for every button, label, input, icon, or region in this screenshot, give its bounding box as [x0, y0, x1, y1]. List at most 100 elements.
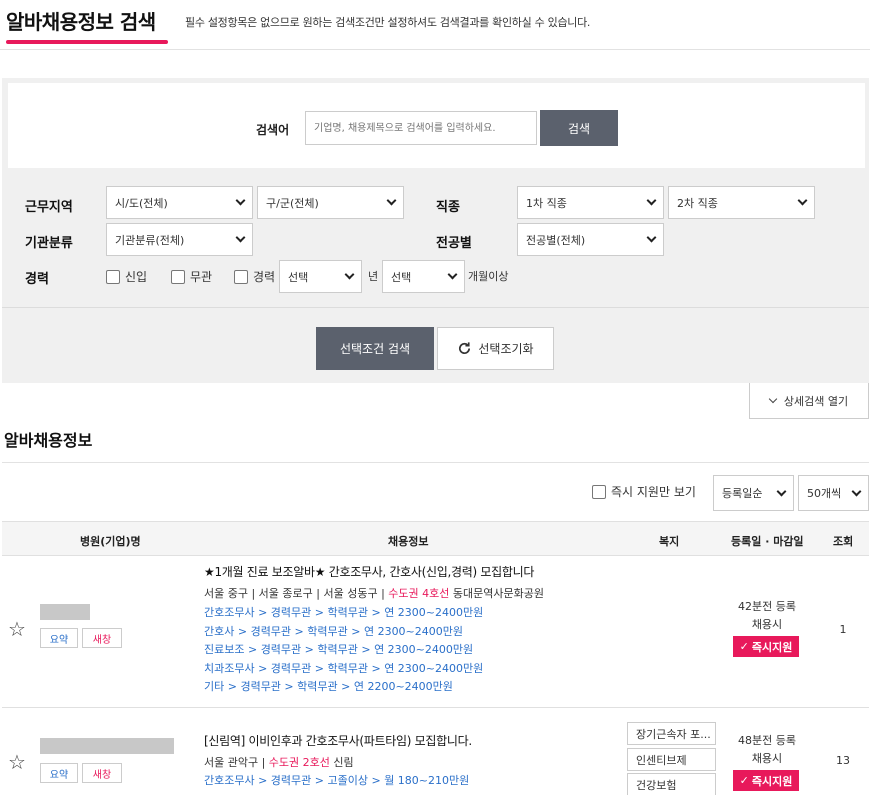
title-underline — [6, 40, 168, 44]
keyword-input[interactable] — [305, 111, 537, 145]
table-row: ☆ 요약 새창 [신림역] 이비인후과 간호조무사(파트타임) 모집합니다. 서… — [2, 708, 869, 795]
job-first-value: 1차 직종 — [526, 196, 567, 210]
company-name-redacted[interactable] — [40, 738, 174, 754]
search-panel: 검색어 검색 근무지역 시/도(전체) 구/군(전체) 직종 1차 직종 2차 … — [2, 78, 869, 383]
summary-button[interactable]: 요약 — [40, 763, 78, 783]
star-icon[interactable]: ☆ — [8, 617, 26, 641]
per-page-value: 50개씩 — [807, 487, 842, 500]
page-header: 알바채용정보 검색 필수 설정항목은 없으므로 원하는 검색조건만 설정하셔도 … — [0, 0, 870, 50]
column-header: 등록일 · 마감일 — [731, 535, 804, 548]
keyword-search-button[interactable]: 검색 — [540, 110, 618, 146]
check-icon: ✓ — [739, 774, 749, 787]
chevron-down-icon — [235, 195, 246, 206]
position-line: 간호조무사 > 경력무관 > 학력무관 > 연 2300~2400만원 — [204, 606, 484, 619]
welfare-tag: 인센티브제 — [627, 748, 716, 771]
instant-apply-only-checkbox[interactable]: 즉시 지원만 보기 — [592, 483, 696, 500]
major-label: 전공별 — [436, 236, 472, 251]
divider — [2, 462, 869, 463]
checkbox-box — [592, 484, 606, 499]
chevron-down-icon — [851, 486, 862, 496]
job-second-value: 2차 직종 — [677, 196, 718, 210]
job-location: 서울 중구 | 서울 종로구 | 서울 성동구 | 수도권 4호선 동대문역사문… — [204, 585, 544, 601]
registered-time: 48분전 등록 — [738, 734, 796, 747]
career-month-value: 선택 — [391, 270, 412, 284]
subway-line: 수도권 2호선 — [268, 756, 330, 769]
org-label: 기관분류 — [25, 236, 73, 251]
chevron-down-icon — [646, 195, 657, 206]
job-title-link[interactable]: ★1개월 진료 보조알바★ 간호조무사, 간호사(신입,경력) 모집합니다 — [204, 563, 534, 580]
station-text: 동대문역사문화공원 — [449, 587, 544, 600]
new-window-button[interactable]: 새창 — [82, 628, 122, 648]
refresh-icon — [459, 342, 471, 354]
position-line: 간호사 > 경력무관 > 학력무관 > 연 2300~2400만원 — [204, 625, 464, 638]
instant-apply-button[interactable]: ✓ 즉시지원 — [733, 770, 799, 791]
check-icon: ✓ — [739, 640, 749, 653]
position-line: 치과조무사 > 경력무관 > 학력무관 > 연 2300~2400만원 — [204, 662, 484, 675]
job-title-link[interactable]: [신림역] 이비인후과 간호조무사(파트타임) 모집합니다. — [204, 732, 472, 749]
chevron-down-icon — [797, 195, 808, 206]
instant-apply-label: 즉시지원 — [751, 640, 793, 654]
reset-button[interactable]: 선택조기화 — [437, 327, 554, 370]
region-sido-select[interactable]: 시/도(전체) — [106, 186, 253, 219]
chevron-down-icon — [646, 232, 657, 243]
sort-select[interactable]: 등록일순 — [713, 475, 794, 511]
deadline: 채용시 — [751, 618, 783, 631]
chevron-down-icon — [235, 232, 246, 243]
per-page-select[interactable]: 50개씩 — [798, 475, 869, 511]
reset-label: 선택조기화 — [478, 342, 534, 356]
welfare-tag: 건강보험 — [627, 773, 716, 795]
career-year-value: 선택 — [288, 270, 309, 284]
page-title: 알바채용정보 검색 — [6, 10, 156, 34]
star-icon[interactable]: ☆ — [8, 750, 26, 774]
chevron-down-icon — [344, 269, 355, 280]
region-label: 근무지역 — [25, 200, 73, 215]
checkbox-box — [234, 269, 248, 284]
major-select[interactable]: 전공별(전체) — [517, 223, 664, 256]
search-selected-button[interactable]: 선택조건 검색 — [316, 327, 434, 370]
job-first-select[interactable]: 1차 직종 — [517, 186, 664, 219]
advanced-search-label: 상세검색 열기 — [783, 394, 849, 408]
career-none-label: 무관 — [190, 270, 213, 284]
org-select[interactable]: 기관분류(전체) — [106, 223, 253, 256]
job-second-select[interactable]: 2차 직종 — [668, 186, 815, 219]
page-description: 필수 설정항목은 없으므로 원하는 검색조건만 설정하셔도 검색결과를 확인하실… — [185, 16, 591, 29]
view-count: 13 — [836, 754, 850, 767]
advanced-search-toggle[interactable]: 상세검색 열기 — [749, 383, 869, 419]
instant-apply-button[interactable]: ✓ 즉시지원 — [733, 636, 799, 657]
major-value: 전공별(전체) — [526, 233, 586, 247]
career-new-checkbox[interactable]: 신입 — [106, 268, 147, 285]
chevron-down-icon — [768, 394, 778, 404]
region-gugun-select[interactable]: 구/군(전체) — [257, 186, 404, 219]
region-gugun-value: 구/군(전체) — [266, 196, 319, 210]
instant-apply-label: 즉시지원 — [751, 774, 793, 788]
career-month-select[interactable]: 선택 — [382, 260, 465, 293]
career-exp-checkbox[interactable]: 경력 — [234, 268, 275, 285]
instant-apply-only-label: 즉시 지원만 보기 — [611, 485, 696, 499]
subway-line: 수도권 4호선 — [388, 587, 450, 600]
checkbox-box — [171, 269, 185, 284]
view-count: 1 — [839, 623, 847, 636]
registered-time: 42분전 등록 — [738, 600, 796, 613]
job-location: 서울 관악구 | 수도권 2호선 신림 — [204, 754, 354, 770]
career-label: 경력 — [25, 272, 49, 287]
career-year-unit: 년 — [368, 270, 379, 283]
new-window-button[interactable]: 새창 — [82, 763, 122, 783]
search-button-area: 선택조건 검색 선택조기화 — [2, 307, 869, 383]
chevron-down-icon — [386, 195, 397, 206]
section-title: 알바채용정보 — [4, 431, 93, 450]
summary-button[interactable]: 요약 — [40, 628, 78, 648]
position-line: 진료보조 > 경력무관 > 학력무관 > 연 2300~2400만원 — [204, 643, 474, 656]
position-line: 간호조무사 > 경력무관 > 고졸이상 > 월 180~210만원 — [204, 774, 470, 787]
column-header: 병원(기업)명 — [80, 535, 141, 548]
column-header: 채용정보 — [388, 535, 429, 548]
company-name-redacted[interactable] — [40, 604, 90, 620]
table-header: 병원(기업)명 채용정보 복지 등록일 · 마감일 조회 — [2, 521, 869, 556]
column-header: 조회 — [833, 535, 854, 548]
station-text: 신림 — [329, 756, 354, 769]
keyword-label: 검색어 — [256, 123, 290, 137]
deadline: 채용시 — [751, 752, 783, 765]
career-none-checkbox[interactable]: 무관 — [171, 268, 212, 285]
column-header: 복지 — [659, 535, 680, 548]
location-text: 서울 중구 | 서울 종로구 | 서울 성동구 | — [204, 587, 389, 600]
career-year-select[interactable]: 선택 — [279, 260, 362, 293]
